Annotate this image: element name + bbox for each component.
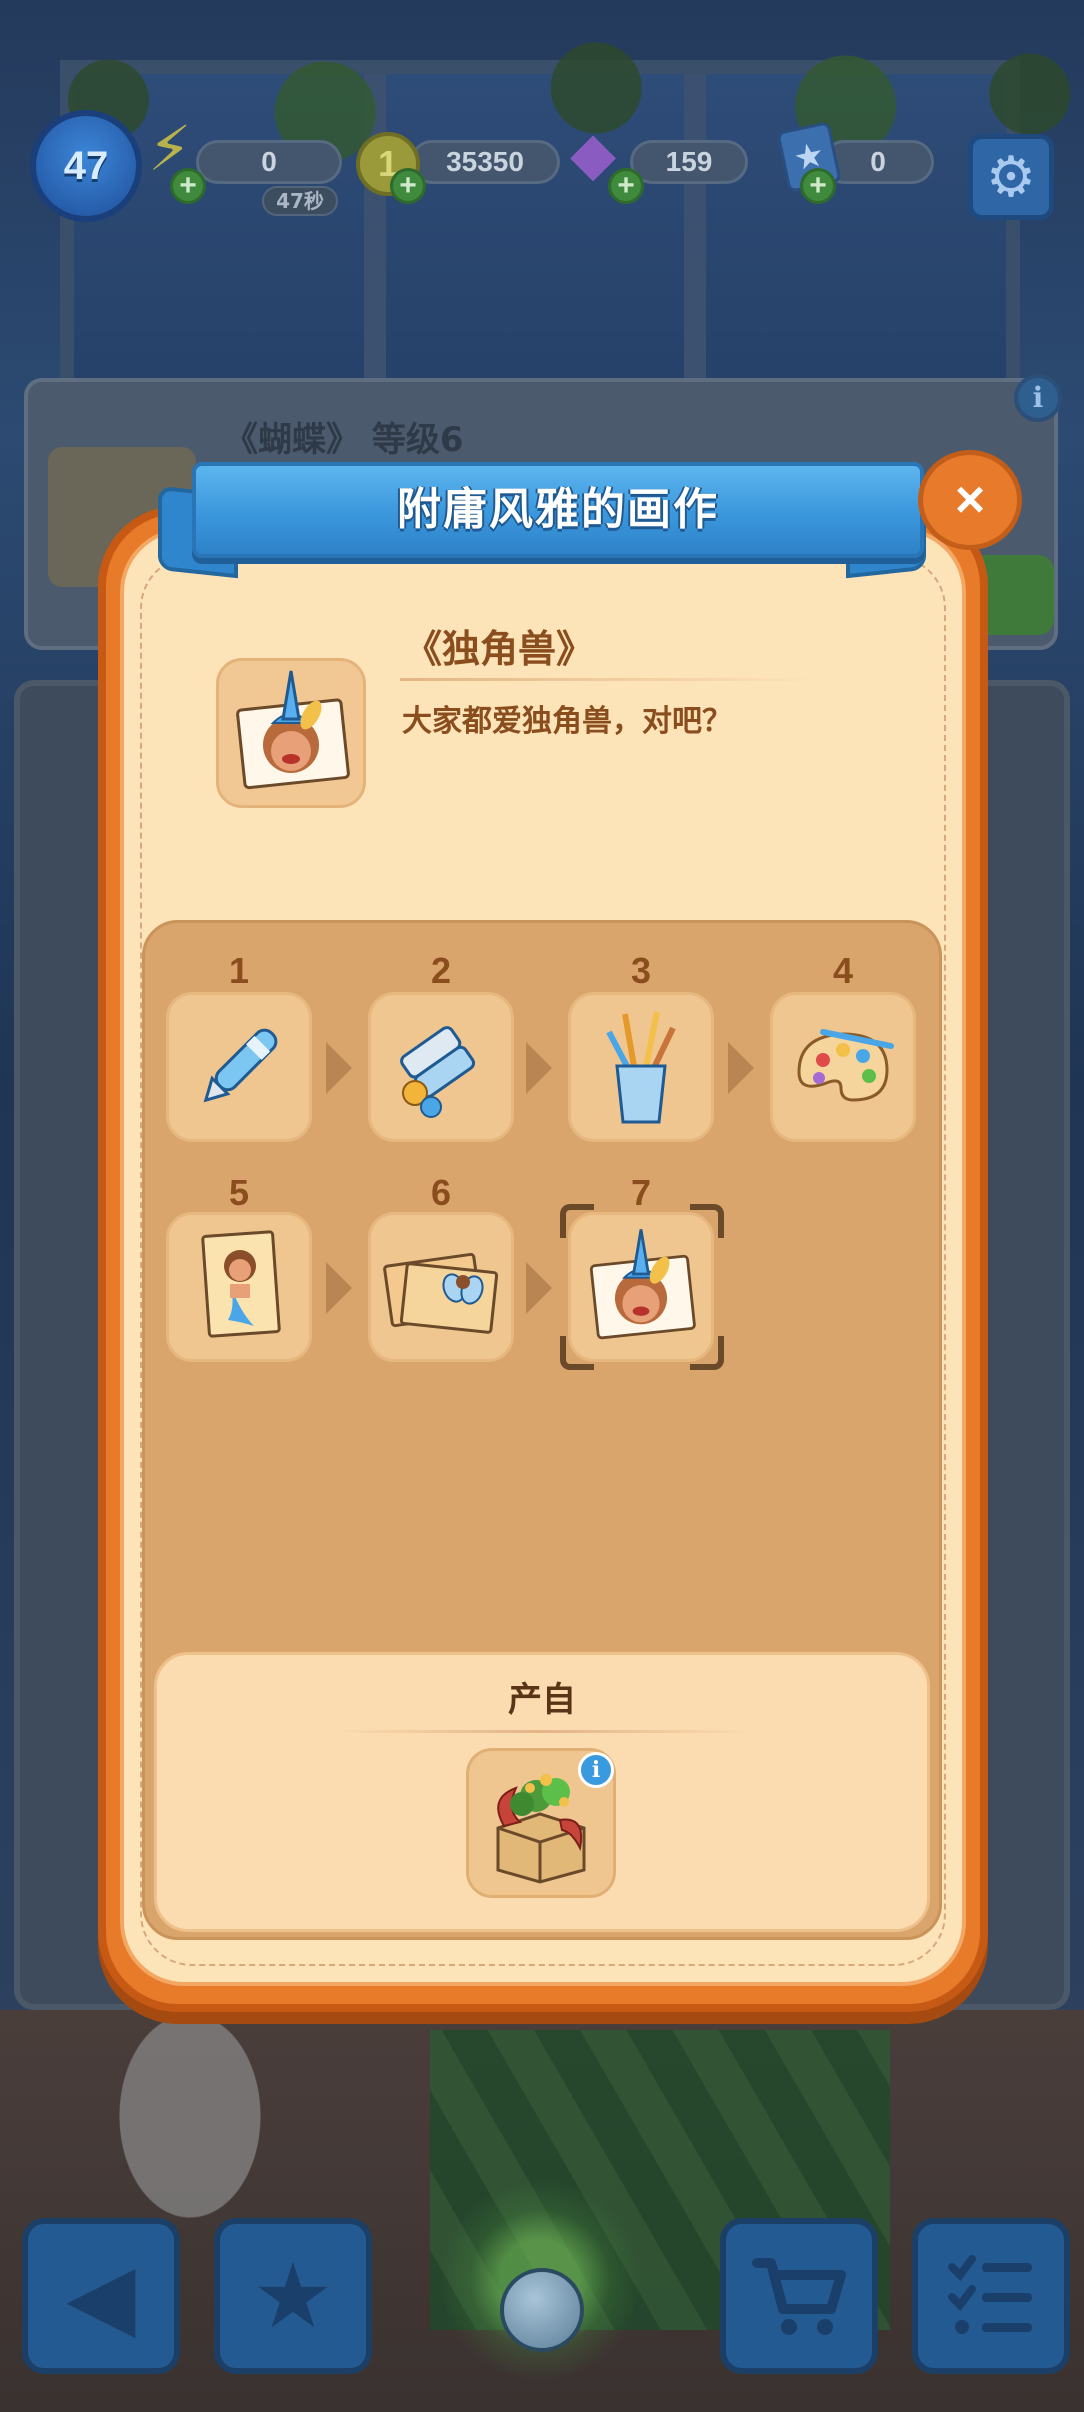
- star-plus-button[interactable]: +: [800, 168, 836, 204]
- chain-item-4[interactable]: [770, 992, 916, 1142]
- gem-value: 159: [665, 146, 713, 177]
- cart-icon: [752, 2258, 846, 2335]
- arrow-left-icon: ◀: [66, 2243, 136, 2349]
- chain-step-number: 3: [630, 950, 652, 991]
- top-hud: 47 0 ⚡ + 47秒 35350 1 + 159 ◆ + 0 ★ + ⚙: [0, 0, 1084, 240]
- favorites-button[interactable]: ★: [214, 2218, 372, 2374]
- chain-item-5[interactable]: [166, 1212, 312, 1362]
- level-value: 47: [63, 143, 109, 188]
- checklist-icon: [948, 2255, 1032, 2334]
- chain-step-number: 1: [228, 950, 250, 991]
- unicorn-portrait-icon: [589, 1229, 696, 1340]
- chain-step-number: 6: [430, 1172, 452, 1213]
- item-name: 《独角兽》: [404, 626, 595, 671]
- chain-step-number: 4: [832, 950, 854, 991]
- settings-button[interactable]: ⚙: [968, 134, 1054, 220]
- energy-value: 0: [261, 146, 277, 177]
- shop-button[interactable]: [720, 2218, 878, 2374]
- modal-title: 附庸风雅的画作: [397, 484, 719, 535]
- chain-item-1[interactable]: [166, 992, 312, 1142]
- background-info-icon: i: [1014, 374, 1062, 422]
- butterfly-postcards-icon: [383, 1252, 499, 1334]
- chain-arrow: [728, 1042, 754, 1094]
- item-thumbnail: [216, 658, 366, 808]
- chain-arrow: [326, 1262, 352, 1314]
- chain-item-3[interactable]: [568, 992, 714, 1142]
- star-icon: ★: [252, 2243, 334, 2349]
- mermaid-portrait-icon: [201, 1230, 281, 1338]
- background-panel-title: 《蝴蝶》 等级6: [224, 420, 464, 460]
- coin-counter[interactable]: 35350: [410, 140, 560, 184]
- level-badge[interactable]: 47: [30, 110, 142, 222]
- energy-plus-button[interactable]: +: [170, 168, 206, 204]
- gem-plus-button[interactable]: +: [608, 168, 644, 204]
- chain-arrow: [326, 1042, 352, 1094]
- pen-icon: [203, 1028, 278, 1103]
- unicorn-portrait-icon: [236, 670, 350, 790]
- chain-arrow: [526, 1262, 552, 1314]
- star-value: 0: [870, 146, 886, 177]
- energy-counter[interactable]: 0: [196, 140, 342, 184]
- source-title: 产自: [508, 1680, 576, 1720]
- coin-plus-button[interactable]: +: [390, 168, 426, 204]
- chain-step-number: 5: [228, 1172, 250, 1213]
- close-button[interactable]: ×: [918, 450, 1022, 550]
- gem-icon: ◆: [570, 119, 617, 189]
- back-button[interactable]: ◀: [22, 2218, 180, 2374]
- energy-timer: 47秒: [262, 186, 338, 216]
- chain-step-number: 2: [430, 950, 452, 991]
- center-orb-button[interactable]: [500, 2268, 584, 2352]
- chain-item-6[interactable]: [368, 1212, 514, 1362]
- item-description: 大家都爱独角兽，对吧？: [402, 704, 732, 739]
- brush-cup-icon: [606, 1011, 676, 1124]
- coin-value: 35350: [446, 146, 524, 177]
- chain-item-2[interactable]: [368, 992, 514, 1142]
- chain-arrow: [526, 1042, 552, 1094]
- info-icon[interactable]: i: [578, 1752, 614, 1788]
- gear-icon: ⚙: [985, 144, 1037, 210]
- gem-counter[interactable]: 159: [630, 140, 748, 184]
- close-icon: ×: [954, 471, 986, 529]
- palette-icon: [797, 1029, 894, 1102]
- tasks-button[interactable]: [912, 2218, 1070, 2374]
- paint-tubes-icon: [400, 1026, 476, 1118]
